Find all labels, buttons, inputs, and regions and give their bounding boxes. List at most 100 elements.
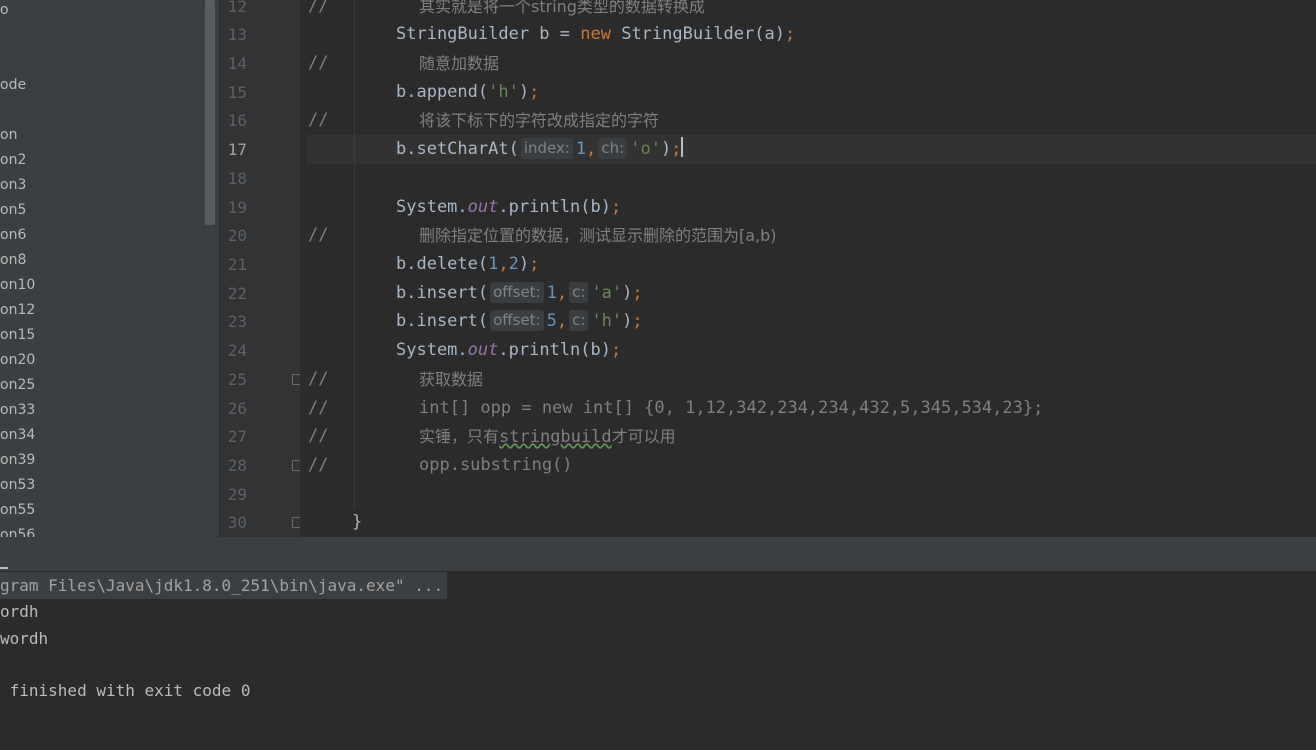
code-line-28-text: opp.substring()	[419, 451, 573, 480]
code-line-19: System.out.println(b);	[396, 193, 621, 222]
project-tree-item[interactable]: on6	[0, 223, 26, 248]
project-tree-item[interactable]: on20	[0, 348, 35, 373]
fold-marker-icon[interactable]	[292, 460, 300, 471]
code-token: System.	[396, 340, 468, 360]
code-line-15: b.append('h');	[396, 78, 539, 107]
number-token: 5	[546, 311, 557, 331]
comment-text: 其实就是将一个string类型的数据转换成	[419, 0, 705, 16]
line-number: 15	[227, 83, 247, 102]
project-tree-item[interactable]: on53	[0, 473, 35, 498]
code-line-26-text: int[] opp = new int[] {0, 1,12,342,234,2…	[419, 394, 1043, 423]
code-line-25-text: 获取数据	[419, 365, 483, 394]
run-console[interactable]: gram Files\Java\jdk1.8.0_251\bin\java.ex…	[0, 571, 1316, 750]
comment-marker: //	[308, 369, 329, 389]
comma-token: ,	[498, 254, 509, 274]
project-tree-item[interactable]: on12	[0, 298, 35, 323]
code-token: b.insert(	[396, 311, 489, 331]
typo-squiggle-word[interactable]: stringbuild	[499, 427, 612, 447]
comment-text: 实锤，只有	[419, 427, 500, 446]
code-line-22: b.insert(offset: 1, c:'a');	[396, 279, 643, 308]
code-line-13: StringBuilder b = new StringBuilder(a);	[396, 20, 795, 49]
code-token: .println(b)	[498, 340, 611, 360]
code-line-12: //	[308, 0, 328, 21]
parameter-hint: c:	[569, 282, 589, 303]
code-line-23: b.insert(offset: 5, c:'h');	[396, 307, 643, 336]
project-tree-item[interactable]: on3	[0, 173, 26, 198]
parameter-hint: c:	[569, 310, 589, 331]
line-number: 27	[227, 427, 247, 446]
code-token: System.	[396, 197, 468, 217]
project-tree-item[interactable]: on55	[0, 498, 35, 523]
code-line-28: //	[308, 451, 328, 480]
code-line-14-text: 随意加数据	[419, 49, 499, 78]
line-number: 18	[227, 169, 247, 188]
fold-marker-icon[interactable]	[292, 517, 300, 528]
console-command-line[interactable]: gram Files\Java\jdk1.8.0_251\bin\java.ex…	[0, 572, 448, 599]
project-tree-scrollbar[interactable]	[205, 0, 215, 225]
panel-resize-handle[interactable]	[0, 567, 8, 569]
line-number: 16	[227, 111, 247, 130]
project-tree-item[interactable]: on25	[0, 373, 35, 398]
line-number-active: 17	[227, 140, 247, 159]
line-number: 28	[227, 456, 247, 475]
line-number-gutter[interactable]: 12 13 14 15 16 17 18 19 20 21 22 23 24 2…	[220, 0, 300, 537]
code-line-30: }	[352, 508, 362, 537]
project-tree-item[interactable]: on10	[0, 273, 35, 298]
project-tree-item[interactable]: on	[0, 123, 17, 148]
parameter-hint: offset:	[490, 282, 544, 303]
closing-brace: }	[352, 512, 363, 532]
comment-text: int[] opp = new int[] {0, 1,12,342,234,2…	[419, 398, 1044, 418]
text-caret	[681, 137, 684, 157]
project-tree-item[interactable]: on2	[0, 148, 26, 173]
project-tree: o ode on on2 on3 on5 on6 on8 on10 on12 o…	[0, 0, 219, 537]
comma-token: ,	[556, 283, 568, 303]
project-tree-item[interactable]: ode	[0, 73, 26, 98]
project-tree-item[interactable]: on39	[0, 448, 35, 473]
number-token: 1	[575, 139, 587, 159]
project-tree-item[interactable]: on56	[0, 523, 35, 537]
parameter-hint: ch:	[598, 138, 628, 159]
code-editor[interactable]: // 其实就是将一个string类型的数据转换成 StringBuilder b…	[300, 0, 1316, 537]
code-token: .println(b)	[498, 197, 611, 217]
project-tree-item[interactable]: on34	[0, 423, 35, 448]
code-line-24: System.out.println(b);	[396, 336, 621, 365]
comment-text: opp.substring()	[419, 455, 573, 475]
comment-marker: //	[308, 398, 329, 418]
code-token: )	[622, 283, 633, 303]
project-tree-item[interactable]: on33	[0, 398, 35, 423]
code-line-27: //	[308, 422, 328, 451]
line-number: 14	[227, 54, 247, 73]
parameter-hint: index:	[520, 138, 573, 159]
semicolon-token: ;	[529, 254, 540, 274]
code-token: StringBuilder	[396, 24, 530, 44]
comma-token: ,	[586, 139, 597, 159]
code-line-25: //	[308, 365, 328, 394]
semicolon-token: ;	[632, 283, 643, 303]
project-tree-item[interactable]: on8	[0, 248, 26, 273]
comment-marker: //	[308, 0, 329, 16]
project-tree-item[interactable]: on5	[0, 198, 26, 223]
string-token: 'o'	[630, 139, 661, 159]
project-tree-item[interactable]: on15	[0, 323, 35, 348]
line-number: 22	[227, 284, 247, 303]
code-line-26: //	[308, 394, 328, 423]
code-line-20: //	[308, 221, 328, 250]
field-token: out	[467, 197, 499, 217]
line-number: 25	[227, 370, 247, 389]
line-number: 26	[227, 399, 247, 418]
line-number: 29	[227, 485, 247, 504]
console-exit-message: finished with exit code 0	[0, 681, 251, 700]
semicolon-token: ;	[671, 139, 682, 159]
line-number: 13	[227, 25, 247, 44]
comment-marker: //	[308, 426, 329, 446]
fold-marker-icon[interactable]	[292, 374, 300, 385]
code-line-12-text: 其实就是将一个string类型的数据转换成	[419, 0, 705, 21]
project-tree-item[interactable]: o	[0, 0, 9, 23]
line-number: 24	[227, 341, 247, 360]
code-line-21: b.delete(1,2);	[396, 250, 539, 279]
run-panel-header[interactable]	[0, 537, 1316, 571]
code-token: )	[518, 254, 530, 274]
code-line-20-text: 删除指定位置的数据，测试显示删除的范围为[a,b)	[419, 221, 777, 250]
comment-text: 随意加数据	[419, 54, 500, 73]
indent-guide	[354, 0, 355, 508]
